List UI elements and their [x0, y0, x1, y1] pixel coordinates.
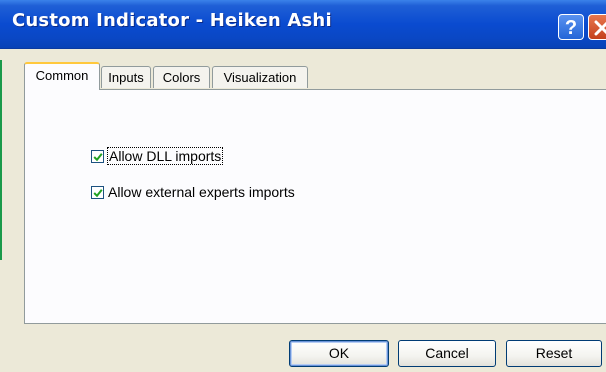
window-title: Custom Indicator - Heiken Ashi	[12, 10, 332, 31]
window-left-edge	[0, 0, 8, 372]
close-x-icon	[594, 20, 606, 36]
tab-inputs[interactable]: Inputs	[101, 66, 151, 88]
reset-button[interactable]: Reset	[506, 340, 602, 367]
question-mark-icon: ?	[564, 17, 578, 39]
allow-dll-label[interactable]: Allow DLL imports	[106, 147, 224, 165]
dialog-window: Custom Indicator - Heiken Ashi ? Common …	[0, 0, 606, 372]
title-bar[interactable]: Custom Indicator - Heiken Ashi ?	[0, 0, 606, 49]
tab-visualization[interactable]: Visualization	[212, 66, 308, 88]
allow-dll-option[interactable]: Allow DLL imports	[91, 147, 224, 165]
tab-colors[interactable]: Colors	[153, 66, 210, 88]
help-button[interactable]: ?	[558, 14, 584, 40]
allow-external-checkbox[interactable]	[91, 185, 104, 199]
check-mark-icon	[93, 188, 103, 197]
allow-external-option[interactable]: Allow external experts imports	[91, 184, 295, 200]
allow-external-label[interactable]: Allow external experts imports	[108, 184, 295, 200]
ok-button[interactable]: OK	[289, 340, 389, 367]
close-button[interactable]	[588, 14, 606, 40]
allow-dll-checkbox[interactable]	[91, 149, 104, 163]
tab-panel-common: Allow DLL imports Allow external experts…	[24, 89, 606, 324]
cancel-button[interactable]: Cancel	[398, 340, 496, 367]
check-mark-icon	[93, 152, 103, 161]
tab-common[interactable]: Common	[24, 62, 100, 90]
